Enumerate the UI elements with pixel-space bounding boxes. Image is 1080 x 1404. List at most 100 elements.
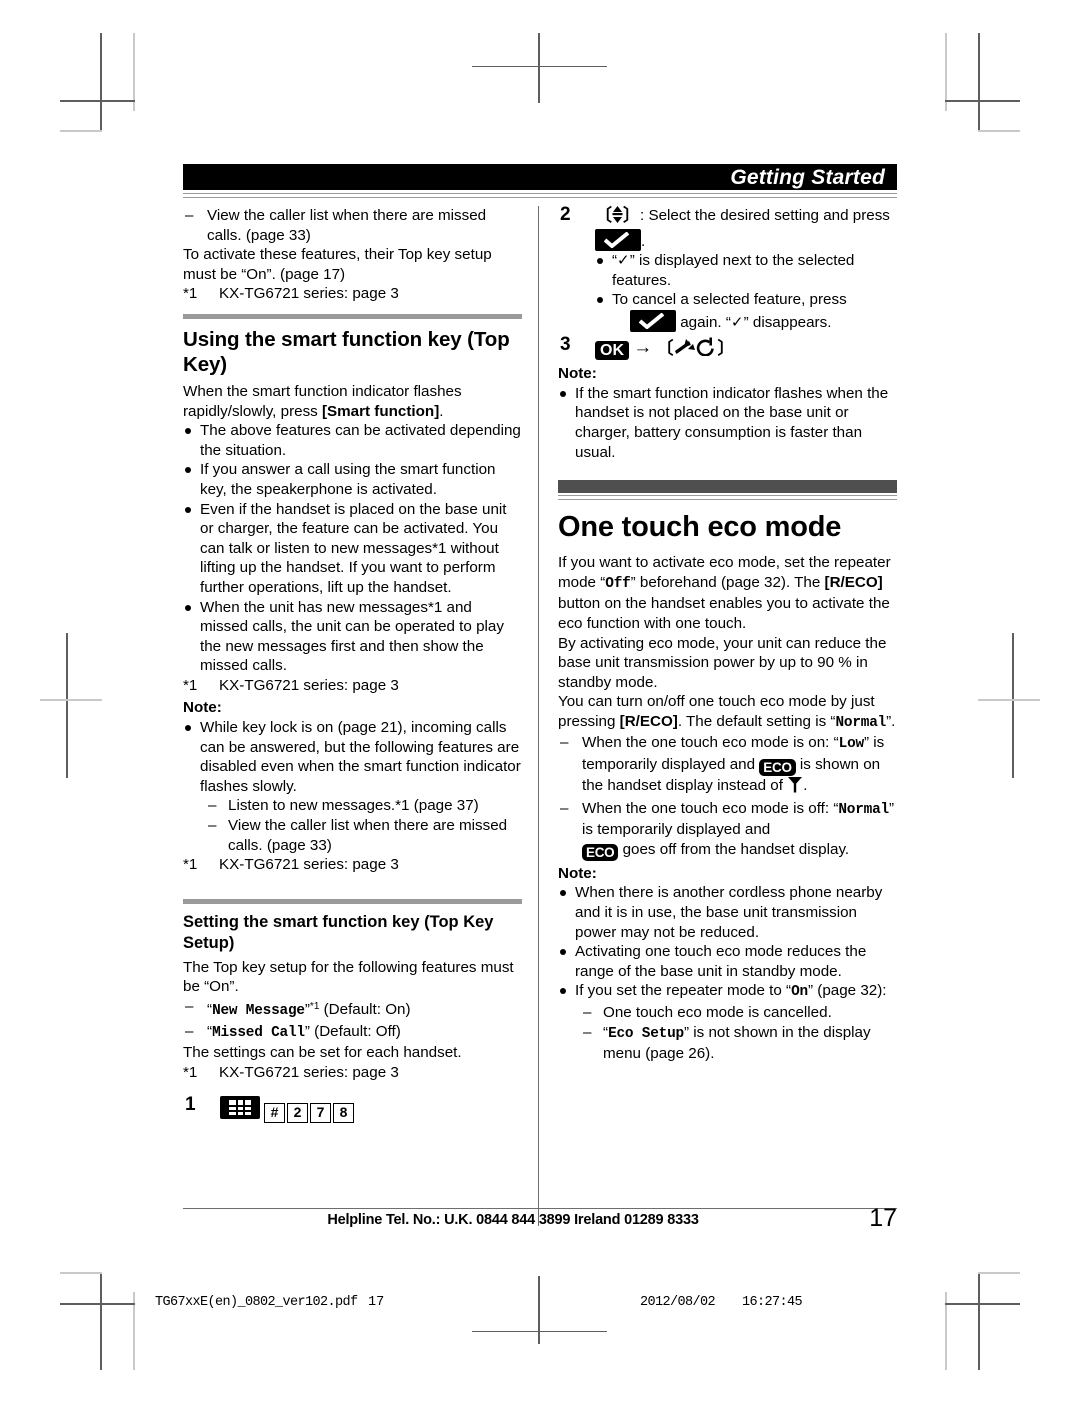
default-setting-normal-value: Normal (835, 714, 887, 731)
setting-default-missed-call: (Default: Off) (309, 1022, 401, 1040)
note-sub-dashes: Listen to new messages.*1 (page 37) View… (200, 796, 522, 855)
section2-intro: The Top key setup for the following feat… (183, 958, 514, 996)
key-7[interactable]: 7 (310, 1103, 331, 1124)
list-item: One touch eco mode is cancelled. (575, 1003, 897, 1023)
continued-dash-list: View the caller list when there are miss… (183, 206, 522, 245)
step-3: 3 OK → 〔 〕 (558, 334, 897, 362)
print-meta-filename: TG67xxE(en)_0802_ver102.pdf (155, 1295, 358, 1310)
key-hash[interactable]: # (264, 1103, 285, 1124)
crop-mark-bottom-left-h2 (60, 1272, 102, 1274)
eco-low-value: Low (838, 736, 865, 753)
registration-cross-bottom-v (538, 1276, 540, 1344)
running-header: Getting Started (183, 160, 897, 190)
power-offhook-key-icon[interactable] (673, 336, 717, 362)
reco-button-label: [R/ECO] (619, 712, 678, 730)
registration-cross-right-v (1012, 633, 1014, 778)
repeater-on-value: On (791, 984, 808, 1001)
footnote-superscript: *1 (309, 1001, 320, 1012)
step-number: 1 (185, 1094, 196, 1116)
section1-intro-after: . (439, 402, 444, 420)
crop-mark-bottom-right-h2 (978, 1272, 1020, 1274)
helpline-text: Helpline Tel. No.: U.K. 0844 844 3899 Ir… (327, 1212, 699, 1228)
key-2[interactable]: 2 (287, 1103, 308, 1124)
print-meta-date: 2012/08/02 (640, 1295, 716, 1310)
step2-bullet2-line2: again. “✓” disappears. (612, 309, 897, 333)
eco-off-line2: ECO goes off from the handset display. (582, 840, 897, 861)
antenna-signal-icon (787, 776, 803, 799)
list-item: When the one touch eco mode is on: “Low”… (558, 733, 897, 798)
list-item: If you set the repeater mode to “On” (pa… (558, 981, 897, 1063)
footnote: *1 KX-TG6721 series: page 3 (183, 1063, 522, 1083)
section2-dash-list: “New Message”*1 (Default: On) “Missed Ca… (183, 997, 522, 1043)
setting-name-missed-call: Missed Call (212, 1024, 305, 1041)
crop-mark-top-right-v1 (978, 33, 980, 131)
section-heading-one-touch-eco-mode: One touch eco mode (558, 511, 842, 544)
section-heading-setting-smart-function-key: Setting the smart function key (Top Key … (183, 912, 494, 952)
crop-mark-bottom-left-h1 (60, 1303, 135, 1305)
step-2: 2 〔〕: Select the desired setting and pre… (558, 204, 897, 333)
note2-bullets: When there is another cordless phone nea… (558, 883, 897, 1063)
section1-note-bullets: While key lock is on (page 21), incoming… (183, 718, 522, 855)
footnote-text: KX-TG6721 series: page 3 (219, 676, 399, 694)
section-heading-using-smart-function-key: Using the smart function key (Top Key) (183, 327, 510, 376)
checkmark-softkey-icon[interactable] (595, 228, 641, 251)
eco-badge-icon: ECO (759, 759, 796, 777)
list-item: To cancel a selected feature, press agai… (595, 290, 897, 332)
eco-p1-part5: button on the handset enables you to act… (558, 595, 890, 632)
list-item: If you answer a call using the smart fun… (183, 460, 522, 499)
page-number: 17 (869, 1204, 897, 1232)
arrow-icon: → (633, 336, 653, 358)
registration-cross-left-v (66, 633, 68, 778)
registration-cross-top-v (538, 33, 540, 103)
eco-normal-value: Normal (838, 801, 889, 818)
eco-badge-icon: ECO (582, 843, 619, 861)
section1-bullets: The above features can be activated depe… (183, 421, 522, 676)
setting-name-new-message: New Message (212, 1003, 305, 1019)
repeater-mode-off-value: Off (605, 575, 631, 592)
print-meta-page: 17 (368, 1295, 385, 1310)
step2-bullet2-tail: again. “✓” disappears. (680, 313, 832, 331)
list-item: “Eco Setup” is not shown in the display … (575, 1023, 897, 1064)
footnote: *1 KX-TG6721 series: page 3 (183, 284, 522, 304)
section-rule (183, 898, 522, 904)
note-bullet-text: While key lock is on (page 21), incoming… (200, 719, 521, 795)
step2-bullet2-text: To cancel a selected feature, press (612, 291, 847, 309)
column-divider (538, 206, 539, 1226)
crop-mark-bottom-right-v1 (978, 1272, 980, 1370)
offhook-key-bracket-open: 〔 (656, 338, 674, 358)
step2-softkey-line: . (595, 228, 897, 252)
section-title: Getting Started (730, 166, 885, 189)
list-item: When the one touch eco mode is off: “Nor… (558, 799, 897, 861)
footnote-text: KX-TG6721 series: page 3 (219, 856, 399, 874)
menu-grid-icon[interactable] (220, 1096, 260, 1120)
eco-p3-part5: ”. (886, 712, 896, 730)
key-8[interactable]: 8 (333, 1103, 354, 1124)
ok-key-chip[interactable]: OK (595, 340, 629, 360)
major-section-underline (558, 495, 897, 501)
crop-mark-top-left-h2 (60, 130, 102, 132)
list-item: Even if the handset is placed on the bas… (183, 500, 522, 598)
footnote-text: KX-TG6721 series: page 3 (219, 285, 399, 303)
navigator-key-bracket-open: 〔 (595, 206, 612, 225)
registration-cross-right-h (978, 699, 1040, 701)
footnote: *1 KX-TG6721 series: page 3 (183, 676, 522, 696)
checkmark-softkey-icon[interactable] (630, 309, 676, 332)
eco-setup-value: Eco Setup (608, 1025, 684, 1042)
footnote-mark: *1 (183, 676, 198, 694)
eco-off-pre: When the one touch eco mode is off: “ (582, 799, 839, 817)
major-section-bar (558, 480, 897, 494)
footnote-text: KX-TG6721 series: page 3 (219, 1063, 399, 1081)
section-rule (183, 313, 522, 319)
footnote-mark: *1 (183, 856, 198, 874)
step2-text: : Select the desired setting and press (640, 207, 890, 224)
continued-paragraph: To activate these features, their Top ke… (183, 246, 492, 283)
step-1: 1 #2 7 8 (183, 1094, 522, 1124)
step-number: 2 (560, 204, 571, 225)
list-item: While key lock is on (page 21), incoming… (183, 718, 522, 855)
eco-p1-part3: ” beforehand (page 32). The (630, 573, 825, 591)
eco-paragraph-1: If you want to activate eco mode, set th… (558, 553, 897, 633)
list-item: View the caller list when there are miss… (200, 816, 522, 855)
setting-default-new-message: (Default: On) (319, 1001, 411, 1018)
print-meta-time: 16:27:45 (742, 1295, 803, 1310)
updown-navigation-key-icon[interactable] (612, 206, 623, 229)
